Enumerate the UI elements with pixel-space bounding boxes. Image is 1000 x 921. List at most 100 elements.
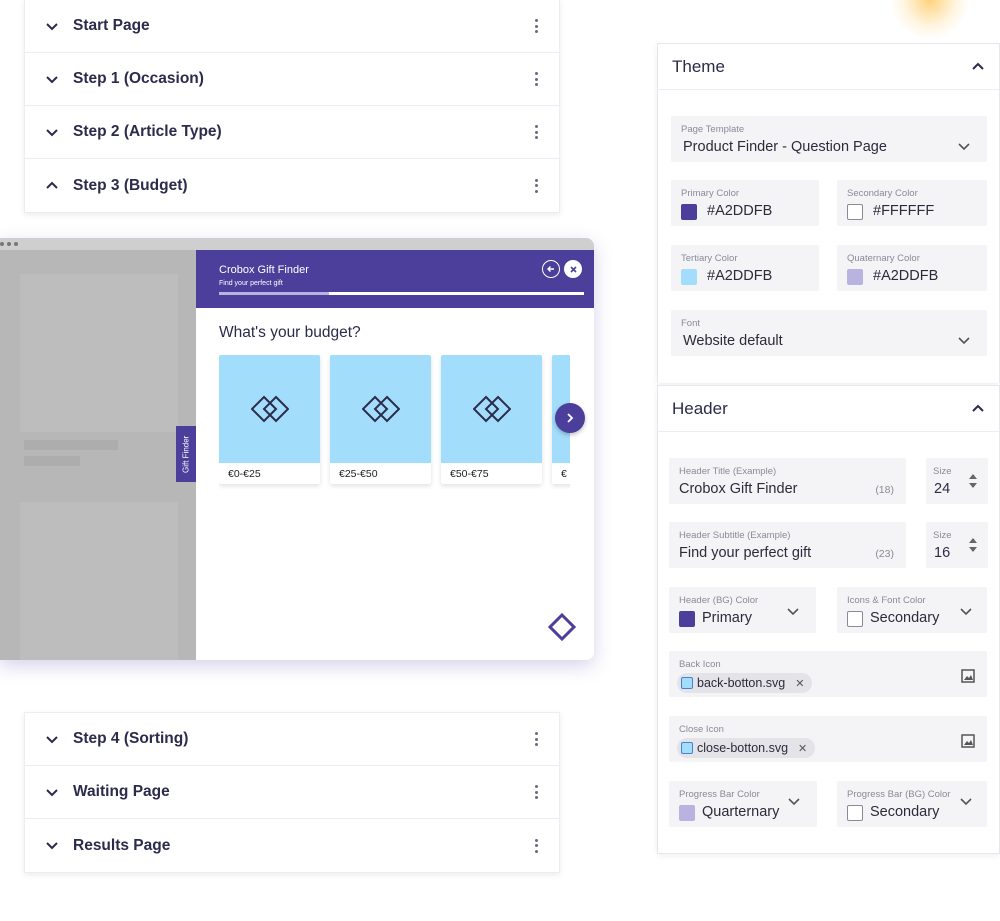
image-upload-icon[interactable] [961,669,975,688]
field-label: Quaternary Color [847,253,920,264]
panel-title: Theme [672,56,725,76]
field-label: Header Subtitle (Example) [679,530,791,541]
svg-file-icon [681,742,693,754]
step-row-results-page[interactable]: Results Page [25,819,559,872]
option-label: €25-€50 [339,468,378,480]
header-title-input[interactable]: Header Title (Example) Crobox Gift Finde… [669,458,906,504]
more-options-icon[interactable] [529,838,543,853]
budget-option-card[interactable]: €50-€75 [441,355,542,484]
field-label: Close Icon [679,724,724,735]
chevron-up-icon[interactable] [43,177,61,195]
remove-file-icon[interactable]: ✕ [798,742,807,755]
gift-finder-side-tab[interactable]: Gift Finder [176,426,196,482]
theme-panel-header[interactable]: Theme [658,44,999,90]
remove-file-icon[interactable]: ✕ [795,677,804,690]
gift-finder-widget: Crobox Gift Finder Find your perfect gif… [196,250,594,660]
widget-title: Crobox Gift Finder [219,264,309,276]
field-value: 16 [934,545,951,561]
more-options-icon[interactable] [529,178,543,193]
chevron-down-icon [786,603,800,621]
field-label: Header (BG) Color [679,595,759,606]
option-label: €50-€75 [450,468,489,480]
chevron-down-icon [957,332,971,350]
chevron-down-icon[interactable] [43,730,61,748]
chevron-down-icon [957,138,971,156]
header-subtitle-input[interactable]: Header Subtitle (Example) Find your perf… [669,522,906,568]
chevron-down-icon[interactable] [43,837,61,855]
header-panel-header[interactable]: Header [658,386,999,432]
field-value: #A2DDFB [707,203,773,219]
close-icon-field[interactable]: Close Icon close-botton.svg ✕ [669,716,987,762]
color-swatch [679,611,695,627]
quaternary-color-field[interactable]: Quaternary Color #A2DDFB [837,245,987,291]
font-select[interactable]: Font Website default [671,310,987,356]
field-label: Page Template [681,124,745,135]
more-options-icon[interactable] [529,125,543,139]
chevron-down-icon[interactable] [43,123,61,141]
budget-step-preview: Gift Finder Crobox Gift Finder Find your… [0,238,594,660]
icons-font-color-select[interactable]: Icons & Font Color Secondary [837,587,987,633]
file-chip[interactable]: close-botton.svg ✕ [677,738,816,758]
field-label: Tertiary Color [681,253,738,264]
field-value: Website default [683,333,783,349]
budget-option-card[interactable]: €25-€50 [330,355,431,484]
background-glow [890,0,970,40]
step-row-start-page[interactable]: Start Page [25,0,559,53]
color-swatch[interactable] [681,269,697,285]
color-swatch[interactable] [681,204,697,220]
color-swatch [679,805,695,821]
image-upload-icon[interactable] [961,734,975,753]
field-value: #A2DDFB [707,268,773,284]
file-chip[interactable]: back-botton.svg ✕ [677,673,813,693]
placeholder-image [20,502,178,660]
chevron-up-icon[interactable] [971,58,985,76]
diamond-icon [441,355,542,463]
crobox-logo-icon [547,612,577,646]
color-swatch[interactable] [847,204,863,220]
budget-option-card[interactable]: €0-€25 [219,355,320,484]
chevron-down-icon[interactable] [43,70,61,88]
chevron-down-icon[interactable] [43,17,61,35]
back-icon-field[interactable]: Back Icon back-botton.svg ✕ [669,651,987,697]
field-label: Progress Bar Color [679,789,760,800]
more-options-icon[interactable] [529,732,543,746]
chevron-up-icon[interactable] [971,400,985,418]
character-count: (23) [875,548,894,560]
more-options-icon[interactable] [529,19,543,33]
character-count: (18) [875,484,894,496]
step-label: Results Page [73,836,171,854]
stepper-arrows-icon[interactable] [968,536,978,554]
step-row-step-3[interactable]: Step 3 (Budget) [25,159,559,212]
progress-bar-bg-color-select[interactable]: Progress Bar (BG) Color Secondary [837,781,987,827]
stepper-arrows-icon[interactable] [968,472,978,490]
tertiary-color-field[interactable]: Tertiary Color #A2DDFB [671,245,819,291]
field-value: Crobox Gift Finder [679,481,798,497]
more-options-icon[interactable] [529,785,543,799]
step-row-step-1[interactable]: Step 1 (Occasion) [25,53,559,106]
field-value: Primary [702,610,752,626]
header-bg-color-select[interactable]: Header (BG) Color Primary [669,587,816,633]
page-template-select[interactable]: Page Template Product Finder - Question … [671,116,987,162]
field-value: Secondary [870,610,940,626]
color-swatch[interactable] [847,269,863,285]
close-button[interactable] [564,260,582,278]
header-title-size-stepper[interactable]: Size 24 [926,458,988,504]
more-options-icon[interactable] [529,72,543,86]
field-label: Secondary Color [847,188,918,199]
step-row-waiting-page[interactable]: Waiting Page [25,766,559,819]
next-button[interactable] [555,403,585,433]
step-row-step-4[interactable]: Step 4 (Sorting) [25,713,559,766]
chevron-down-icon[interactable] [43,783,61,801]
secondary-color-field[interactable]: Secondary Color #FFFFFF [837,180,987,226]
browser-bar [0,238,594,250]
back-button[interactable] [542,260,560,278]
primary-color-field[interactable]: Primary Color #A2DDFB [671,180,819,226]
field-label: Size [933,466,952,477]
steps-list-top: Start Page Step 1 (Occasion) Step 2 (Art… [24,0,560,213]
progress-bar-color-select[interactable]: Progress Bar Color Quarternary [669,781,817,827]
progress-bar [219,292,584,295]
header-subtitle-size-stepper[interactable]: Size 16 [926,522,988,568]
field-label: Font [681,318,701,329]
step-label: Start Page [73,17,150,34]
step-row-step-2[interactable]: Step 2 (Article Type) [25,106,559,159]
